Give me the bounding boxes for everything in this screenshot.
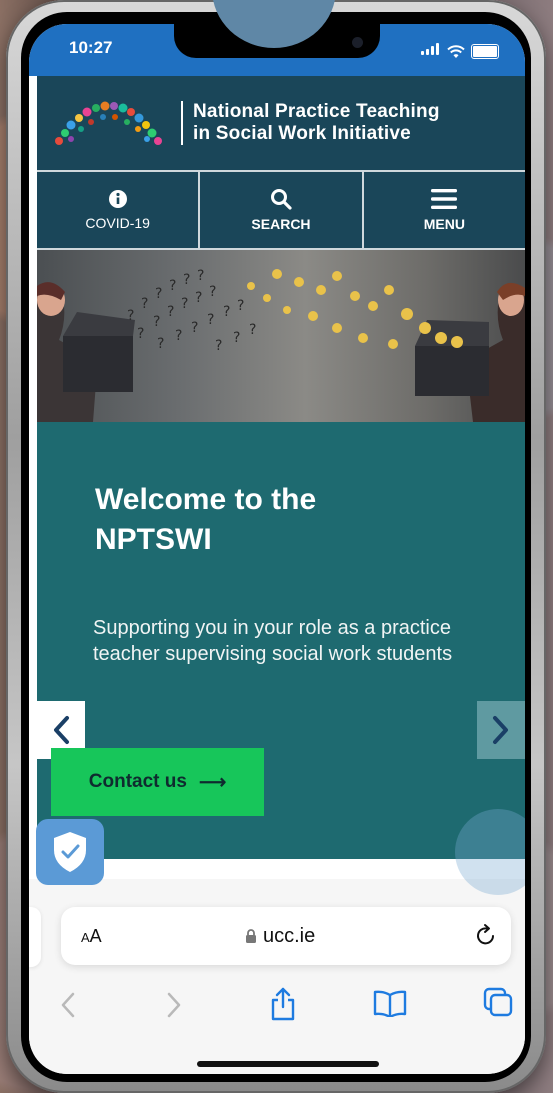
- svg-text:?: ?: [141, 296, 148, 312]
- hero-heading-line1: Welcome to the: [95, 483, 317, 516]
- contact-us-button[interactable]: Contact us ⟶: [51, 748, 264, 816]
- status-icons: [421, 40, 499, 59]
- browser-toolbar: [29, 987, 525, 1031]
- tabs-icon[interactable]: [483, 987, 513, 1017]
- hero-heading: Welcome to the NPTSWI: [95, 480, 316, 560]
- hero-heading-line2: NPTSWI: [95, 523, 212, 556]
- arrow-right-icon: ⟶: [198, 771, 227, 793]
- nav-covid-19[interactable]: COVID-19: [37, 172, 198, 248]
- nptswi-logo-icon[interactable]: [51, 97, 167, 149]
- address-bar[interactable]: AA ucc.ie: [61, 907, 511, 965]
- svg-text:?: ?: [175, 328, 182, 344]
- lock-icon: [246, 928, 256, 943]
- webpage: National Practice Teaching in Social Wor…: [37, 76, 525, 931]
- svg-text:?: ?: [167, 304, 174, 320]
- site-title-line2: in Social Work Initiative: [193, 123, 411, 144]
- nav-search[interactable]: SEARCH: [198, 172, 361, 248]
- back-icon[interactable]: [59, 991, 77, 1019]
- privacy-shield-button[interactable]: [36, 819, 104, 885]
- phone-screen: 10:27 National Practice Teaching in Soci…: [29, 24, 525, 1074]
- hero-tagline: Supporting you in your role as a practic…: [93, 617, 453, 665]
- svg-text:?: ?: [197, 268, 204, 284]
- signal-icon: [421, 40, 441, 59]
- nav-covid-label: COVID-19: [85, 215, 150, 231]
- camera: [352, 37, 363, 48]
- nav-search-label: SEARCH: [251, 216, 311, 232]
- site-title-line1: National Practice Teaching: [193, 101, 440, 122]
- hero-illustration: ??? ??? ??? ??? ??? ??? ???: [37, 268, 525, 422]
- forward-icon[interactable]: [165, 991, 183, 1019]
- shield-check-icon: [54, 832, 86, 872]
- url-text: ucc.ie: [263, 924, 316, 947]
- battery-icon: [471, 44, 499, 59]
- svg-text:?: ?: [157, 336, 164, 352]
- svg-text:?: ?: [223, 304, 230, 320]
- hero-banner: Welcome to the NPTSWI Supporting you in …: [37, 422, 525, 859]
- svg-text:?: ?: [169, 278, 176, 294]
- site-nav: COVID-19 SEARCH MENU: [37, 170, 525, 248]
- site-title[interactable]: National Practice Teaching in Social Wor…: [193, 101, 440, 145]
- svg-text:?: ?: [155, 286, 162, 302]
- svg-text:?: ?: [181, 296, 188, 312]
- phone-frame: 10:27 National Practice Teaching in Soci…: [6, 0, 546, 1093]
- nav-menu[interactable]: MENU: [361, 172, 525, 248]
- svg-text:?: ?: [127, 308, 134, 324]
- hero-image: ??? ??? ??? ??? ??? ??? ???: [37, 248, 525, 422]
- chevron-right-icon: [493, 716, 508, 744]
- info-icon: [108, 190, 127, 208]
- wifi-icon: [447, 45, 465, 58]
- nav-menu-label: MENU: [423, 216, 465, 232]
- svg-text:?: ?: [233, 330, 240, 346]
- logo-divider: [181, 101, 183, 145]
- chevron-left-icon: [54, 716, 69, 744]
- home-indicator[interactable]: [197, 1061, 379, 1067]
- carousel-next-button[interactable]: [477, 701, 525, 759]
- svg-text:?: ?: [237, 298, 244, 314]
- svg-text:?: ?: [209, 284, 216, 300]
- svg-text:?: ?: [249, 322, 256, 338]
- browser-chrome: AA ucc.ie: [29, 879, 525, 1074]
- svg-text:?: ?: [191, 320, 198, 336]
- svg-text:?: ?: [137, 326, 144, 342]
- reload-icon[interactable]: [475, 923, 497, 947]
- text-size-button[interactable]: AA: [81, 926, 102, 947]
- contact-us-label: Contact us: [88, 771, 187, 792]
- site-header: National Practice Teaching in Social Wor…: [37, 76, 525, 170]
- svg-text:?: ?: [195, 290, 202, 306]
- svg-text:?: ?: [215, 338, 222, 354]
- svg-text:?: ?: [153, 314, 160, 330]
- svg-text:?: ?: [183, 272, 190, 288]
- hamburger-icon: [431, 189, 458, 209]
- address-bar-url: ucc.ie: [245, 925, 315, 948]
- share-icon[interactable]: [269, 987, 297, 1021]
- svg-text:?: ?: [207, 312, 214, 328]
- previous-tab-edge[interactable]: [29, 907, 41, 967]
- bookmarks-icon[interactable]: [373, 989, 407, 1017]
- search-icon: [270, 189, 292, 210]
- status-time: 10:27: [69, 38, 113, 57]
